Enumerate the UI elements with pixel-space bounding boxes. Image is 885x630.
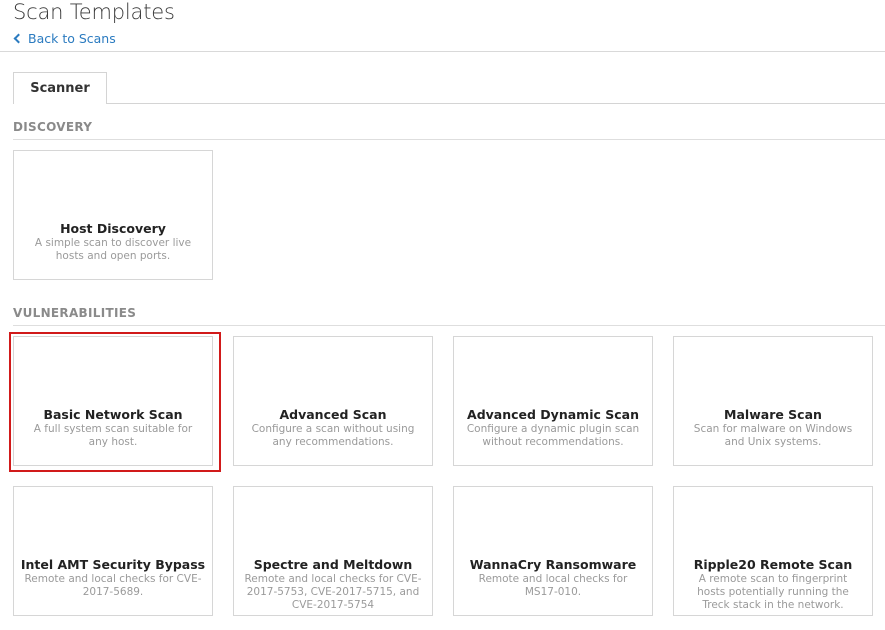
tab-divider bbox=[13, 103, 885, 104]
section-title-discovery: DISCOVERY bbox=[13, 120, 93, 134]
template-card-host-discovery[interactable]: Host Discovery A simple scan to discover… bbox=[13, 150, 213, 280]
card-title: Host Discovery bbox=[60, 221, 166, 236]
template-card-intel-amt-security-bypass[interactable]: Intel AMT Security Bypass Remote and loc… bbox=[13, 486, 213, 616]
header-divider bbox=[0, 51, 885, 52]
card-description: Remote and local checks for MS17-010. bbox=[478, 573, 628, 598]
section-divider bbox=[13, 139, 885, 140]
card-title: Spectre and Meltdown bbox=[253, 557, 413, 572]
template-card-basic-network-scan[interactable]: Basic Network Scan A full system scan su… bbox=[13, 336, 213, 466]
section-divider bbox=[13, 325, 885, 326]
card-title: Intel AMT Security Bypass bbox=[20, 557, 206, 572]
card-title: Advanced Scan bbox=[279, 407, 387, 422]
back-link-label: Back to Scans bbox=[28, 31, 116, 46]
card-description: A simple scan to discover live hosts and… bbox=[34, 237, 192, 262]
card-description: Remote and local checks for CVE-2017-568… bbox=[24, 573, 202, 598]
card-description: Configure a dynamic plugin scan without … bbox=[466, 423, 640, 448]
card-description: Remote and local checks for CVE-2017-575… bbox=[244, 573, 422, 611]
card-description: A remote scan to fingerprint hosts poten… bbox=[697, 573, 849, 611]
card-title: Basic Network Scan bbox=[43, 407, 183, 422]
tab-scanner[interactable]: Scanner bbox=[13, 72, 107, 104]
card-description: Configure a scan without using any recom… bbox=[251, 423, 415, 448]
template-card-spectre-and-meltdown[interactable]: Spectre and Meltdown Remote and local ch… bbox=[233, 486, 433, 616]
template-card-ripple20-remote-scan[interactable]: Ripple20 Remote Scan A remote scan to fi… bbox=[673, 486, 873, 616]
template-card-advanced-scan[interactable]: Advanced Scan Configure a scan without u… bbox=[233, 336, 433, 466]
template-card-malware-scan[interactable]: Malware Scan Scan for malware on Windows… bbox=[673, 336, 873, 466]
card-title: Malware Scan bbox=[724, 407, 822, 422]
chevron-left-icon bbox=[13, 33, 24, 44]
card-description: Scan for malware on Windows and Unix sys… bbox=[693, 423, 853, 448]
card-title: WannaCry Ransomware bbox=[469, 557, 637, 572]
card-title: Advanced Dynamic Scan bbox=[467, 407, 639, 422]
template-card-wannacry-ransomware[interactable]: WannaCry Ransomware Remote and local che… bbox=[453, 486, 653, 616]
back-to-scans-link[interactable]: Back to Scans bbox=[13, 31, 116, 46]
card-title: Ripple20 Remote Scan bbox=[693, 557, 853, 572]
section-title-vulnerabilities: VULNERABILITIES bbox=[13, 306, 137, 320]
template-card-advanced-dynamic-scan[interactable]: Advanced Dynamic Scan Configure a dynami… bbox=[453, 336, 653, 466]
card-description: A full system scan suitable for any host… bbox=[33, 423, 193, 448]
page-title: Scan Templates bbox=[13, 0, 175, 24]
